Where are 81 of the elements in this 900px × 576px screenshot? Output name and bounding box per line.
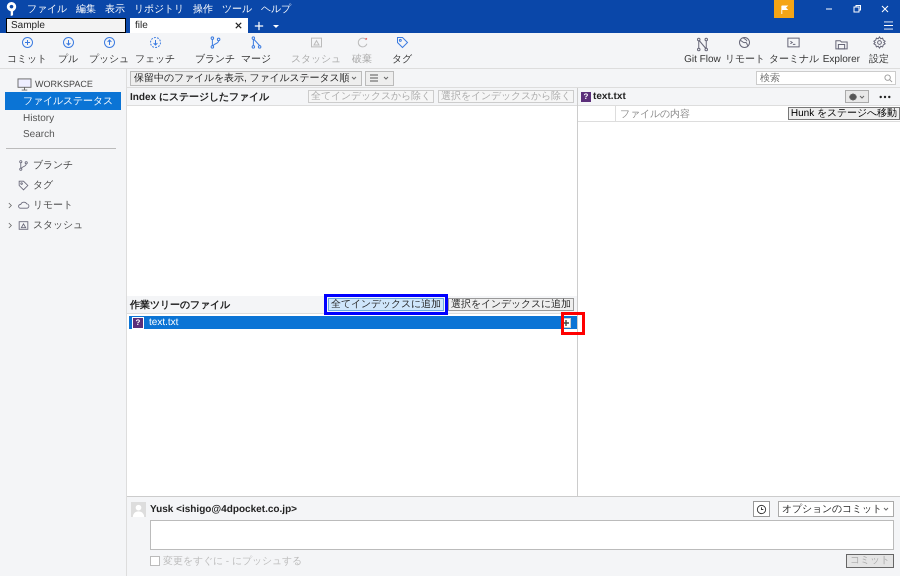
hunk-stage-button[interactable]: Hunk をステージへ移動 [788, 107, 900, 120]
git-flow-icon [694, 36, 710, 52]
commit-message-field[interactable] [150, 520, 894, 550]
file-name: text.txt [149, 317, 178, 328]
tag-icon [17, 178, 30, 192]
untracked-status-icon: ? [132, 316, 144, 328]
merge-icon [248, 35, 264, 50]
toolbar-button[interactable]: リモート [722, 35, 767, 66]
sidebar-item[interactable]: ブランチ [33, 158, 73, 172]
monitor-icon [17, 78, 32, 90]
toolbar-button[interactable]: マージ [238, 35, 274, 66]
clock-icon [756, 504, 767, 514]
toolbar-button[interactable]: フェッチ [132, 35, 178, 66]
caret-icon[interactable] [272, 22, 280, 30]
pane-title: Index にステージしたファイル [130, 90, 269, 104]
menu-item[interactable]: ツール [222, 2, 252, 16]
toolbar-button[interactable]: Explorer [820, 36, 862, 64]
chevron-icon[interactable] [8, 222, 13, 228]
caret-icon [350, 74, 358, 82]
menu-item[interactable]: 操作 [193, 2, 213, 16]
list-icon [368, 74, 379, 82]
pane-title: 作業ツリーのファイル [130, 298, 230, 312]
sidebar-item[interactable]: スタッシュ [33, 218, 83, 232]
toolbar-button[interactable]: 設定 [862, 35, 896, 66]
settings-dropdown[interactable] [845, 90, 869, 103]
menu-item[interactable]: 表示 [105, 2, 125, 16]
file-row[interactable]: ? text.txt [129, 316, 577, 329]
stash-icon [17, 218, 30, 232]
sidebar-item[interactable]: History [5, 111, 121, 126]
toolbar-button[interactable]: プッシュ [86, 35, 132, 66]
history-button[interactable] [753, 501, 770, 517]
up-arrow-circle-icon [102, 35, 116, 50]
tag-icon [394, 35, 410, 50]
repository-tab[interactable]: Sample [6, 18, 126, 33]
branch-icon [208, 35, 222, 50]
avatar-icon [131, 502, 146, 516]
menu-item[interactable]: ファイル [27, 2, 67, 16]
author-name: Yusk <ishigo@4dpocket.co.jp> [150, 504, 298, 514]
menu-item[interactable]: リポジトリ [134, 2, 184, 16]
toolbar-button[interactable]: ターミナル [766, 35, 821, 66]
column-header: ファイルの内容 [620, 108, 690, 120]
globe-icon [737, 35, 752, 50]
filter-dropdown[interactable]: 保留中のファイルを表示, ファイルステータス順 [130, 70, 362, 86]
more-icon[interactable] [879, 94, 891, 98]
toolbar-button[interactable]: Git Flow [682, 36, 723, 64]
chevron-icon[interactable] [8, 202, 13, 208]
sidebar-item[interactable]: ファイルステータス [5, 92, 121, 110]
settings-icon [848, 92, 858, 102]
plus-circle-icon [20, 35, 34, 50]
sidebar-item[interactable]: Search [5, 127, 121, 142]
toolbar-button[interactable]: タグ [384, 35, 420, 66]
file-name: text.txt [593, 91, 626, 102]
search-icon [884, 74, 893, 83]
down-arrow-circle-icon [60, 35, 76, 50]
settings-icon [872, 35, 886, 50]
toolbar-button[interactable]: コミット [4, 35, 50, 66]
cloud-icon [17, 198, 30, 212]
section-heading: WORKSPACE [35, 79, 93, 89]
repository-tab[interactable]: file [130, 18, 248, 33]
terminal-icon [786, 35, 802, 50]
flag-icon [780, 4, 788, 14]
caret-icon [858, 92, 866, 100]
caret-icon [882, 505, 890, 513]
sidebar-item[interactable]: リモート [33, 198, 73, 212]
close-icon[interactable] [234, 21, 243, 30]
menu-icon[interactable] [883, 21, 894, 30]
caret-icon [382, 74, 390, 82]
search-field[interactable]: 検索 [756, 71, 896, 85]
untracked-status-icon: ? [581, 92, 591, 102]
toolbar-button[interactable]: プル [50, 35, 86, 66]
restore-icon[interactable] [852, 4, 862, 14]
menu-item[interactable]: 編集 [76, 2, 96, 16]
stage-button[interactable]: 選択をインデックスに追加 [448, 298, 574, 311]
branch-icon [17, 158, 30, 172]
stage-button[interactable]: 全てインデックスに追加 [328, 298, 444, 311]
list-view-dropdown[interactable] [364, 70, 394, 86]
menu-item[interactable]: ヘルプ [261, 2, 291, 16]
commit-options-dropdown[interactable]: オプションのコミット [778, 501, 894, 517]
stash-icon [308, 35, 324, 50]
toolbar-button[interactable]: ブランチ [192, 35, 238, 66]
sidebar-item[interactable]: タグ [33, 178, 53, 192]
